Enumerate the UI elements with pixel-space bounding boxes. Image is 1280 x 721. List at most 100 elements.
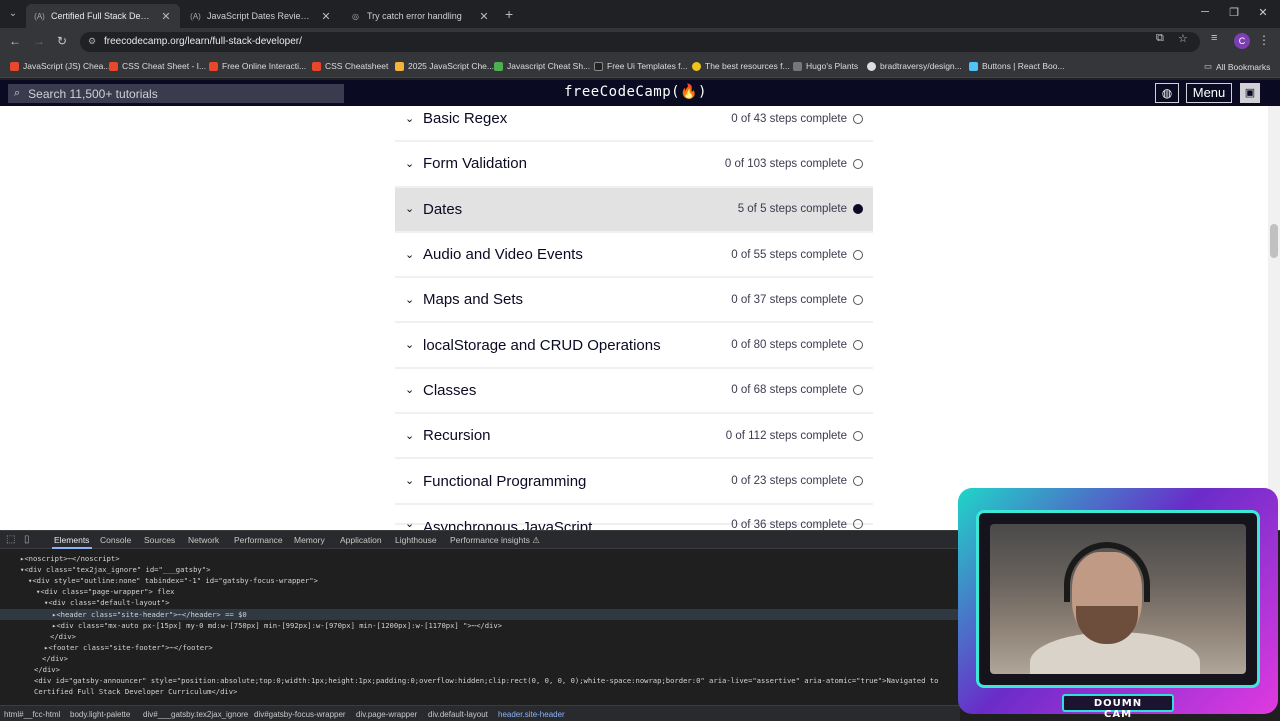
back-arrow-icon[interactable]: ← (8, 34, 22, 48)
block-functional-programming[interactable]: ⌄ Functional Programming 0 of 23 steps c… (395, 459, 873, 505)
close-window-icon[interactable]: ✕ (1256, 6, 1270, 19)
globe-favicon-icon: ◎ (352, 11, 359, 21)
close-icon[interactable]: ✕ (478, 10, 490, 23)
breadcrumb-item[interactable]: body.light-palette (70, 710, 130, 719)
bookmark-item[interactable]: The best resources f... (692, 61, 790, 71)
breadcrumb-item-selected[interactable]: header.site-header (498, 710, 565, 719)
inspect-element-icon[interactable]: ⬚ (6, 534, 15, 545)
block-steps: 0 of 23 steps complete (731, 475, 847, 488)
dom-node-line[interactable]: </div> (34, 664, 60, 675)
headset-icon (1064, 542, 1150, 602)
tab-application[interactable]: Application (340, 535, 382, 545)
bookmark-label: CSS Cheat Sheet - I... (122, 61, 207, 71)
tab-console[interactable]: Console (100, 535, 131, 545)
forward-arrow-icon[interactable]: → (32, 34, 46, 48)
breadcrumb-item[interactable]: div#gatsby-focus-wrapper (254, 710, 346, 719)
dom-node-line[interactable]: <div id="gatsby-announcer" style="positi… (34, 675, 954, 686)
bookmark-favicon-icon (312, 61, 321, 71)
dom-node-line[interactable]: ▸<div class="mx-auto px-[15px] my-0 md:w… (52, 620, 502, 631)
fcc-logo[interactable]: freeCodeCamp(🔥) (564, 84, 707, 100)
block-classes[interactable]: ⌄ Classes 0 of 68 steps complete (395, 369, 873, 415)
block-title: Functional Programming (423, 472, 587, 490)
all-bookmarks[interactable]: ▭ All Bookmarks (1204, 61, 1270, 72)
scrollbar-thumb[interactable] (1270, 224, 1278, 258)
block-maps-and-sets[interactable]: ⌄ Maps and Sets 0 of 37 steps complete (395, 278, 873, 324)
bookmark-item[interactable]: Free Ui Templates f... (594, 61, 688, 71)
close-icon[interactable]: ✕ (160, 10, 172, 23)
breadcrumb-item[interactable]: div#___gatsby.tex2jax_ignore (143, 710, 248, 719)
reload-icon[interactable]: ↻ (55, 34, 69, 48)
block-recursion[interactable]: ⌄ Recursion 0 of 112 steps complete (395, 414, 873, 460)
fcc-favicon-icon: (A) (34, 11, 45, 21)
bookmark-item[interactable]: 2025 JavaScript Che... (395, 61, 494, 71)
new-tab-button[interactable]: + (505, 6, 519, 22)
block-asynchronous-javascript[interactable]: ⌄ Asynchronous JavaScript 0 of 36 steps … (395, 505, 873, 530)
address-bar[interactable]: ⚙ freecodecamp.org/learn/full-stack-deve… (80, 32, 1200, 52)
tab-memory[interactable]: Memory (294, 535, 325, 545)
dom-node-line[interactable]: ▾<div style="outline:none" tabindex="-1"… (28, 575, 318, 586)
search-placeholder: Search 11,500+ tutorials (28, 86, 158, 101)
search-icon: ⌕ (14, 87, 21, 99)
dom-node-line[interactable]: </div> (42, 653, 68, 664)
tab-network[interactable]: Network (188, 535, 219, 545)
dom-node-line[interactable]: ▾<div class="page-wrapper"> flex (36, 586, 174, 597)
tab-lighthouse[interactable]: Lighthouse (395, 535, 437, 545)
block-form-validation[interactable]: ⌄ Form Validation 0 of 103 steps complet… (395, 142, 873, 188)
install-app-icon[interactable]: ⧉ (1156, 32, 1164, 45)
chevron-down-icon: ⌄ (405, 293, 415, 306)
profile-avatar[interactable]: C (1234, 33, 1250, 49)
user-avatar[interactable]: ▣ (1240, 83, 1260, 103)
chevron-down-icon: ⌄ (405, 203, 415, 216)
block-steps: 0 of 103 steps complete (724, 157, 847, 170)
bookmark-item[interactable]: CSS Cheat Sheet - I... (109, 61, 206, 71)
devtools-breadcrumbs: html#__fcc-html body.light-palette div#_… (0, 705, 960, 721)
bookmark-item[interactable]: bradtraversy/design... (867, 61, 962, 71)
block-title: Form Validation (423, 155, 527, 173)
dom-node-line[interactable]: </div> (50, 631, 76, 642)
bookmark-item[interactable]: Free Online Interacti... (209, 61, 306, 71)
block-audio-video-events[interactable]: ⌄ Audio and Video Events 0 of 55 steps c… (395, 233, 873, 279)
block-steps: 0 of 55 steps complete (731, 248, 847, 261)
restore-icon[interactable]: ❐ (1227, 6, 1241, 19)
dom-node-line[interactable]: ▾<div class="default-layout"> (44, 597, 170, 608)
dom-node-line[interactable]: ▸<footer class="site-footer">⋯</footer> (44, 642, 213, 653)
bookmark-star-icon[interactable]: ☆ (1178, 32, 1188, 45)
chevron-down-icon: ⌄ (405, 429, 415, 442)
menu-button[interactable]: Menu (1186, 83, 1232, 103)
bookmark-item[interactable]: JavaScript (JS) Chea... (10, 61, 110, 71)
bookmark-item[interactable]: Buttons | React Boo... (969, 61, 1065, 71)
breadcrumb-item[interactable]: html#__fcc-html (4, 710, 60, 719)
browser-tab-1[interactable]: (A) Certified Full Stack Developer C ✕ (26, 4, 180, 28)
breadcrumb-item[interactable]: div.default-layout (428, 710, 488, 719)
more-options-icon[interactable]: ⋮ (1258, 33, 1270, 47)
all-bookmarks-label: All Bookmarks (1216, 61, 1271, 72)
block-basic-regex[interactable]: ⌄ Basic Regex 0 of 43 steps complete (395, 106, 873, 143)
close-icon[interactable]: ✕ (320, 10, 332, 23)
dom-node-line[interactable]: ▾<div class="tex2jax_ignore" id="___gats… (20, 564, 210, 575)
minimize-icon[interactable]: ─ (1198, 6, 1212, 18)
browser-tab-2[interactable]: (A) JavaScript Dates Review - JavaS ✕ (182, 4, 340, 28)
breadcrumb-item[interactable]: div.page-wrapper (356, 710, 417, 719)
search-bar[interactable]: ⌕ Search 11,500+ tutorials (8, 84, 344, 103)
tab-performance[interactable]: Performance (234, 535, 283, 545)
bookmark-item[interactable]: CSS Cheatsheet (312, 61, 388, 71)
browser-tab-3[interactable]: ◎ Try catch error handling ✕ (342, 4, 498, 28)
tab-sources[interactable]: Sources (144, 535, 175, 545)
page-scrollbar[interactable] (1268, 106, 1280, 530)
bookmark-item[interactable]: Hugo's Plants (793, 61, 858, 71)
progress-circle-icon (853, 430, 863, 441)
device-toolbar-icon[interactable]: ▯ (24, 534, 30, 545)
reading-list-icon[interactable]: ≡ (1211, 32, 1217, 44)
dom-node-line[interactable]: ▸<noscript>⋯</noscript> (20, 553, 120, 564)
tab-elements[interactable]: Elements (54, 535, 89, 545)
tab-performance-insights[interactable]: Performance insights ⚠ (450, 535, 540, 546)
language-globe-icon[interactable]: ◍ (1155, 83, 1179, 103)
block-dates[interactable]: ⌄ Dates 5 of 5 steps complete (395, 187, 873, 233)
bookmark-item[interactable]: Javascript Cheat Sh... (494, 61, 590, 71)
site-info-icon[interactable]: ⚙ (88, 36, 96, 47)
tab-search-icon[interactable]: ⌄ (4, 6, 22, 22)
dom-node-line-selected[interactable]: ▸<header class="site-header">⋯</header> … (52, 609, 247, 620)
dom-node-line[interactable]: Certified Full Stack Developer Curriculu… (34, 686, 237, 697)
completed-circle-icon (853, 204, 863, 215)
block-localstorage-crud[interactable]: ⌄ localStorage and CRUD Operations 0 of … (395, 323, 873, 369)
